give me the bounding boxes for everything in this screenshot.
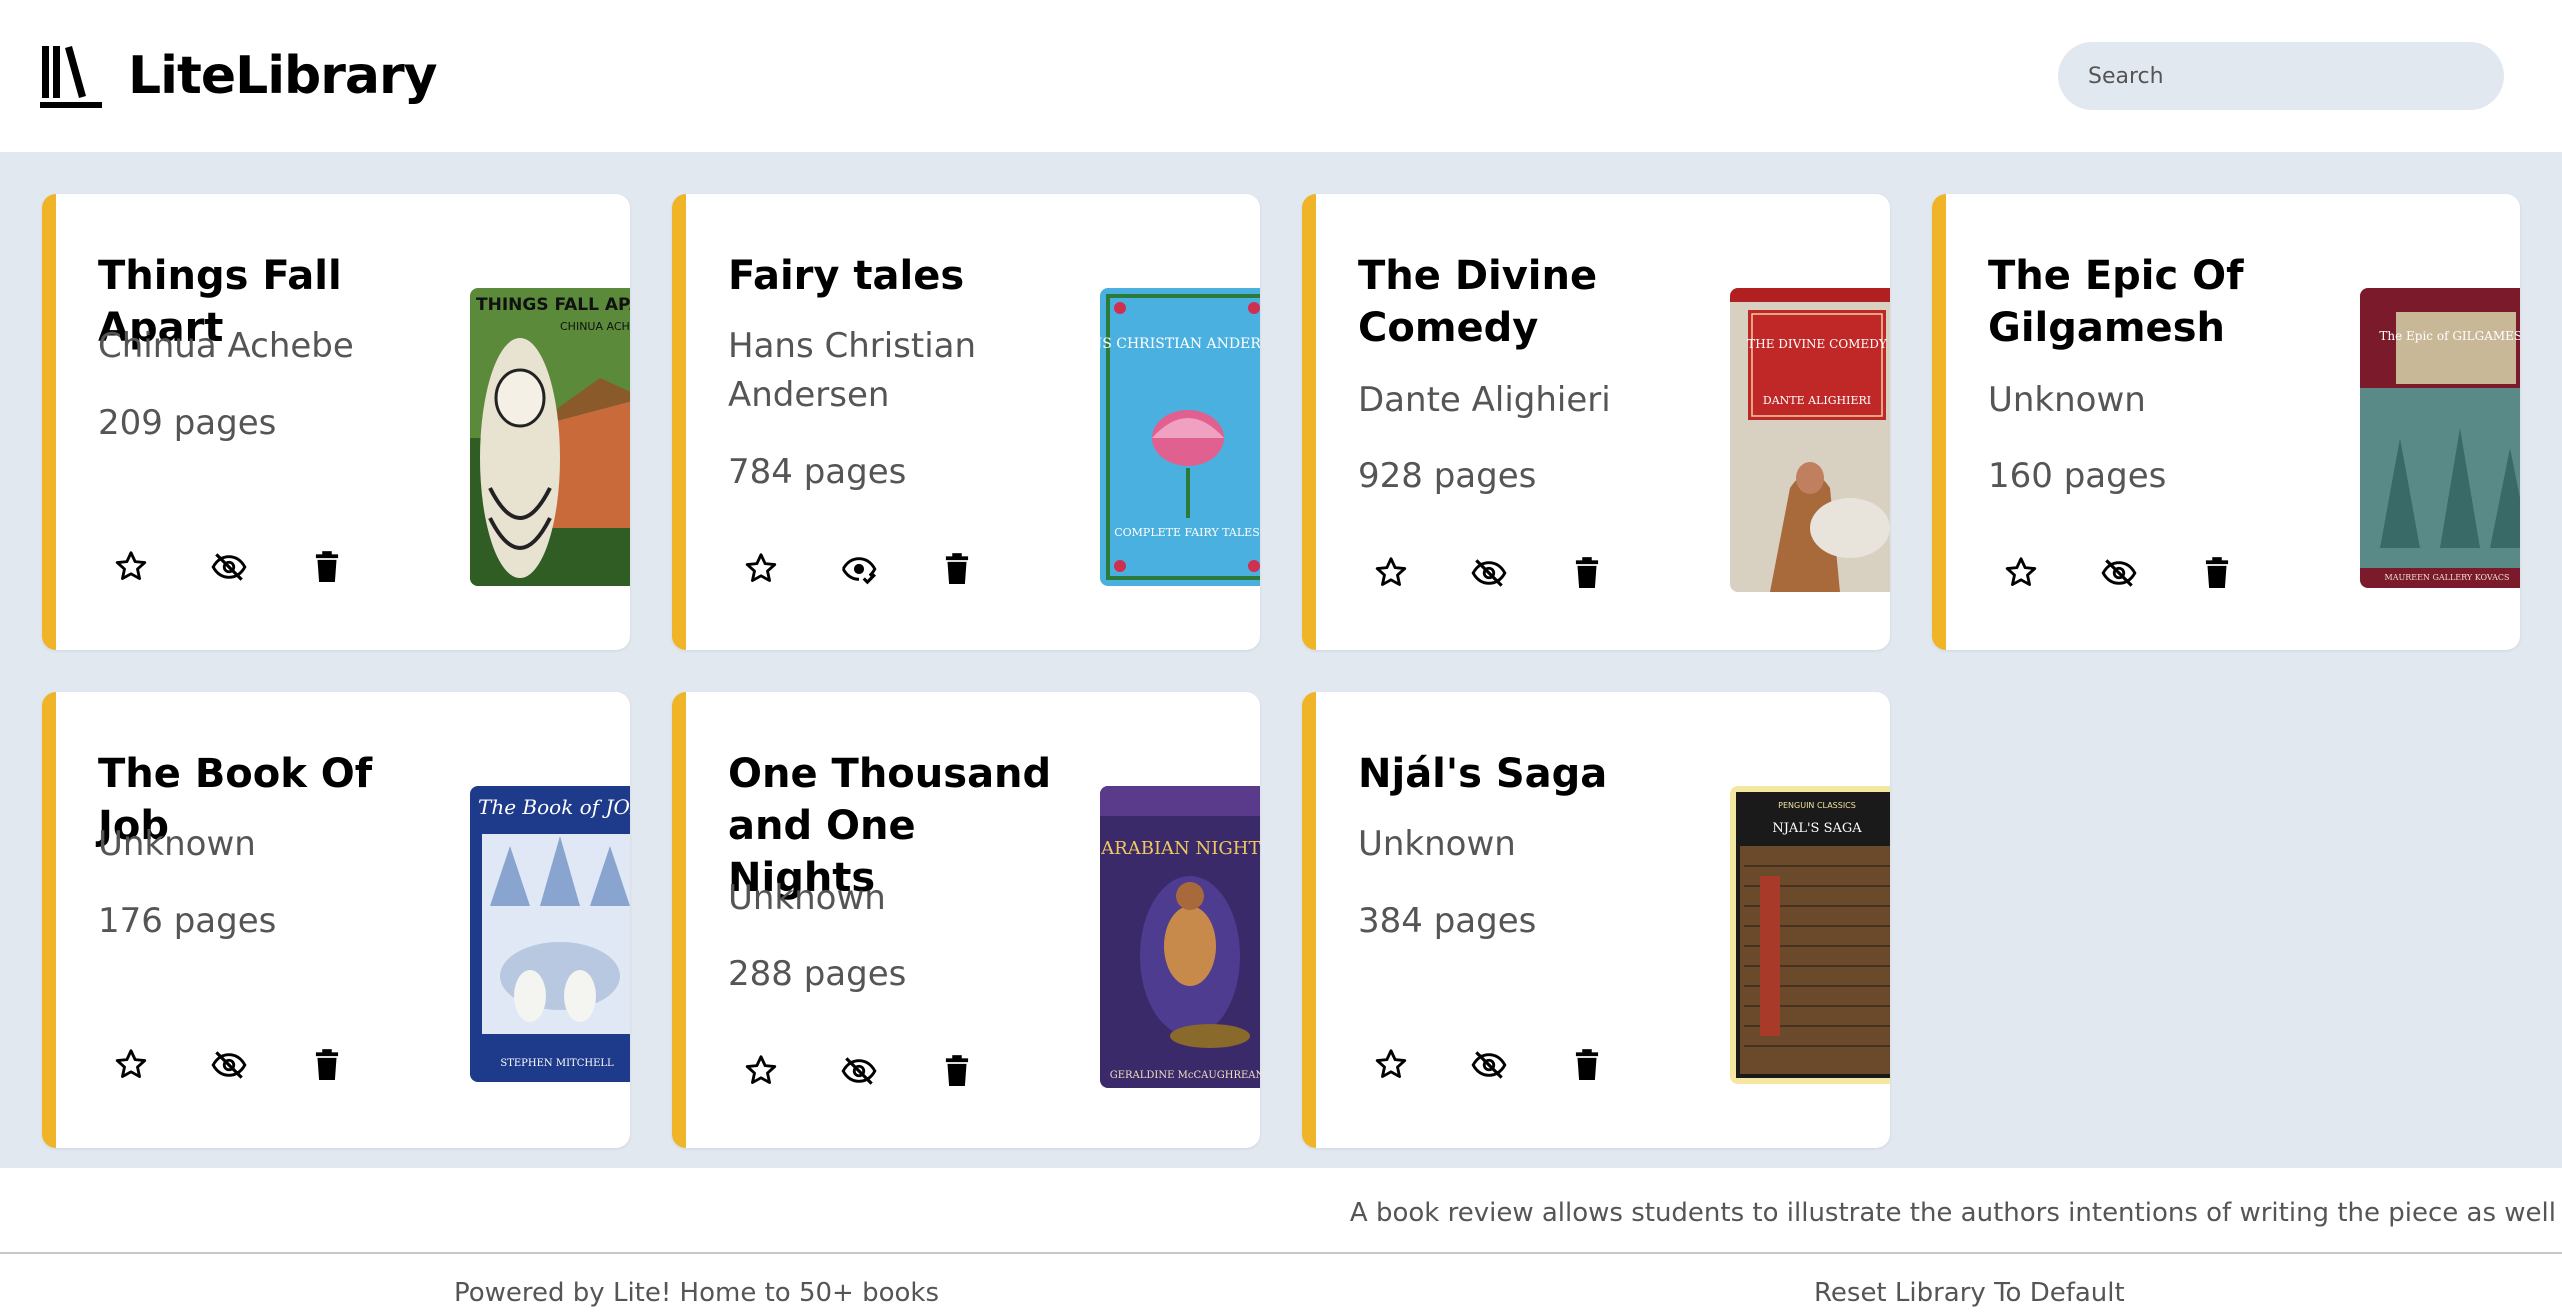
favorite-button[interactable]: [112, 1046, 150, 1084]
read-toggle-button[interactable]: [840, 1052, 878, 1090]
read-toggle-button[interactable]: [1470, 554, 1508, 592]
delete-button[interactable]: [938, 1052, 976, 1090]
svg-text:PENGUIN CLASSICS: PENGUIN CLASSICS: [1778, 801, 1856, 810]
eye-check-icon: [841, 557, 877, 585]
svg-text:DANTE ALIGHIERI: DANTE ALIGHIERI: [1763, 394, 1871, 407]
book-pages: 160 pages: [1988, 456, 2167, 496]
svg-text:HANS CHRISTIAN ANDERSEN'S: HANS CHRISTIAN ANDERSEN'S: [1100, 336, 1260, 352]
svg-text:MAUREEN GALLERY KOVACS: MAUREEN GALLERY KOVACS: [2385, 573, 2510, 582]
favorite-button[interactable]: [2002, 554, 2040, 592]
svg-text:COMPLETE FAIRY TALES: COMPLETE FAIRY TALES: [1114, 526, 1260, 539]
book-cover: PENGUIN CLASSICS NJAL'S SAGA: [1730, 786, 1890, 1084]
read-toggle-button[interactable]: [2100, 554, 2138, 592]
trash-icon: [1575, 557, 1599, 589]
star-icon: [115, 551, 147, 580]
banner-text: A book review allows students to illustr…: [1349, 1198, 2556, 1228]
star-icon: [1375, 1049, 1407, 1078]
page-footer: Powered by Lite! Home to 50+ books Reset…: [0, 1256, 2562, 1316]
trash-icon: [315, 1049, 339, 1081]
svg-text:NJAL'S SAGA: NJAL'S SAGA: [1772, 821, 1862, 836]
library-icon: [40, 46, 102, 108]
read-toggle-button[interactable]: [1470, 1046, 1508, 1084]
eye-off-icon: [1471, 559, 1507, 587]
svg-text:THE DIVINE COMEDY: THE DIVINE COMEDY: [1747, 337, 1888, 351]
star-icon: [115, 1049, 147, 1078]
book-pages: 928 pages: [1358, 456, 1537, 496]
eye-off-icon: [841, 1057, 877, 1085]
eye-off-icon: [1471, 1051, 1507, 1079]
reset-library-link[interactable]: Reset Library To Default: [1814, 1278, 2125, 1308]
book-pages: 384 pages: [1358, 901, 1537, 941]
star-icon: [745, 1055, 777, 1084]
powered-by-text: Powered by Lite! Home to 50+ books: [454, 1278, 940, 1308]
delete-button[interactable]: [308, 1046, 346, 1084]
book-cover: ARABIAN NIGHTS GERALDINE McCAUGHREAN: [1100, 786, 1260, 1088]
book-author: Hans Christian Andersen: [728, 326, 977, 415]
svg-text:STEPHEN MITCHELL: STEPHEN MITCHELL: [500, 1058, 614, 1069]
trash-icon: [2205, 557, 2229, 589]
book-author: Unknown: [728, 878, 886, 918]
book-card: The Book Of Job Unknown 176 pages The Bo…: [42, 692, 630, 1148]
delete-button[interactable]: [938, 550, 976, 588]
book-title: Fairy tales: [728, 253, 965, 299]
svg-text:GERALDINE McCAUGHREAN: GERALDINE McCAUGHREAN: [1110, 1070, 1260, 1081]
svg-text:CHINUA ACHEBE: CHINUA ACHEBE: [560, 320, 630, 333]
book-author: Unknown: [1988, 380, 2146, 420]
book-pages: 784 pages: [728, 452, 907, 492]
svg-text:The Epic of GILGAMESH: The Epic of GILGAMESH: [2379, 329, 2520, 343]
app-title: LiteLibrary: [128, 46, 438, 106]
book-author: Dante Alighieri: [1358, 380, 1611, 420]
book-pages: 209 pages: [98, 403, 277, 443]
trash-icon: [315, 551, 339, 583]
eye-off-icon: [211, 553, 247, 581]
book-author: Chinua Achebe: [98, 326, 354, 366]
search-input[interactable]: [2058, 42, 2504, 110]
book-card: Njál's Saga Unknown 384 pages PENGUIN CL…: [1302, 692, 1890, 1148]
book-cover: THE DIVINE COMEDY DANTE ALIGHIERI: [1730, 288, 1890, 592]
trash-icon: [1575, 1049, 1599, 1081]
star-icon: [2005, 557, 2037, 586]
trash-icon: [945, 1055, 969, 1087]
favorite-button[interactable]: [1372, 554, 1410, 592]
book-card: One Thousand and One Nights Unknown 288 …: [672, 692, 1260, 1148]
star-icon: [745, 553, 777, 582]
book-cover: The Book of JOB STEPHEN MITCHELL: [470, 786, 630, 1082]
book-cover: HANS CHRISTIAN ANDERSEN'S COMPLETE FAIRY…: [1100, 288, 1260, 586]
read-toggle-button[interactable]: [210, 1046, 248, 1084]
svg-text:The Book of JOB: The Book of JOB: [478, 795, 630, 819]
svg-text:ARABIAN NIGHTS: ARABIAN NIGHTS: [1100, 838, 1260, 859]
delete-button[interactable]: [1568, 1046, 1606, 1084]
book-card: The Divine Comedy Dante Alighieri 928 pa…: [1302, 194, 1890, 650]
eye-off-icon: [2101, 559, 2137, 587]
app-logo[interactable]: LiteLibrary: [38, 42, 438, 110]
book-card: The Epic Of Gilgamesh Unknown 160 pages …: [1932, 194, 2520, 650]
favorite-button[interactable]: [742, 1052, 780, 1090]
favorite-button[interactable]: [1372, 1046, 1410, 1084]
read-toggle-button[interactable]: [840, 550, 878, 588]
app-header: LiteLibrary: [0, 0, 2562, 152]
delete-button[interactable]: [308, 548, 346, 586]
read-toggle-button[interactable]: [210, 548, 248, 586]
star-icon: [1375, 557, 1407, 586]
book-title: Njál's Saga: [1358, 751, 1608, 797]
svg-text:THINGS FALL APART: THINGS FALL APART: [476, 295, 630, 315]
info-banner: A book review allows students to illustr…: [0, 1168, 2562, 1254]
book-cover: The Epic of GILGAMESH MAUREEN GALLERY KO…: [2360, 288, 2520, 588]
book-pages: 288 pages: [728, 954, 907, 994]
book-title: The Divine Comedy: [1358, 253, 1598, 351]
book-author: Unknown: [98, 824, 256, 864]
eye-off-icon: [211, 1051, 247, 1079]
favorite-button[interactable]: [742, 550, 780, 588]
delete-button[interactable]: [2198, 554, 2236, 592]
book-card: Fairy tales Hans Christian Andersen 784 …: [672, 194, 1260, 650]
book-grid: Things Fall Apart Chinua Achebe 209 page…: [0, 152, 2562, 1168]
delete-button[interactable]: [1568, 554, 1606, 592]
book-card: Things Fall Apart Chinua Achebe 209 page…: [42, 194, 630, 650]
book-cover: THINGS FALL APART CHINUA ACHEBE: [470, 288, 630, 586]
book-author: Unknown: [1358, 824, 1516, 864]
trash-icon: [945, 553, 969, 585]
book-title: The Epic Of Gilgamesh: [1988, 253, 2244, 351]
favorite-button[interactable]: [112, 548, 150, 586]
book-pages: 176 pages: [98, 901, 277, 941]
